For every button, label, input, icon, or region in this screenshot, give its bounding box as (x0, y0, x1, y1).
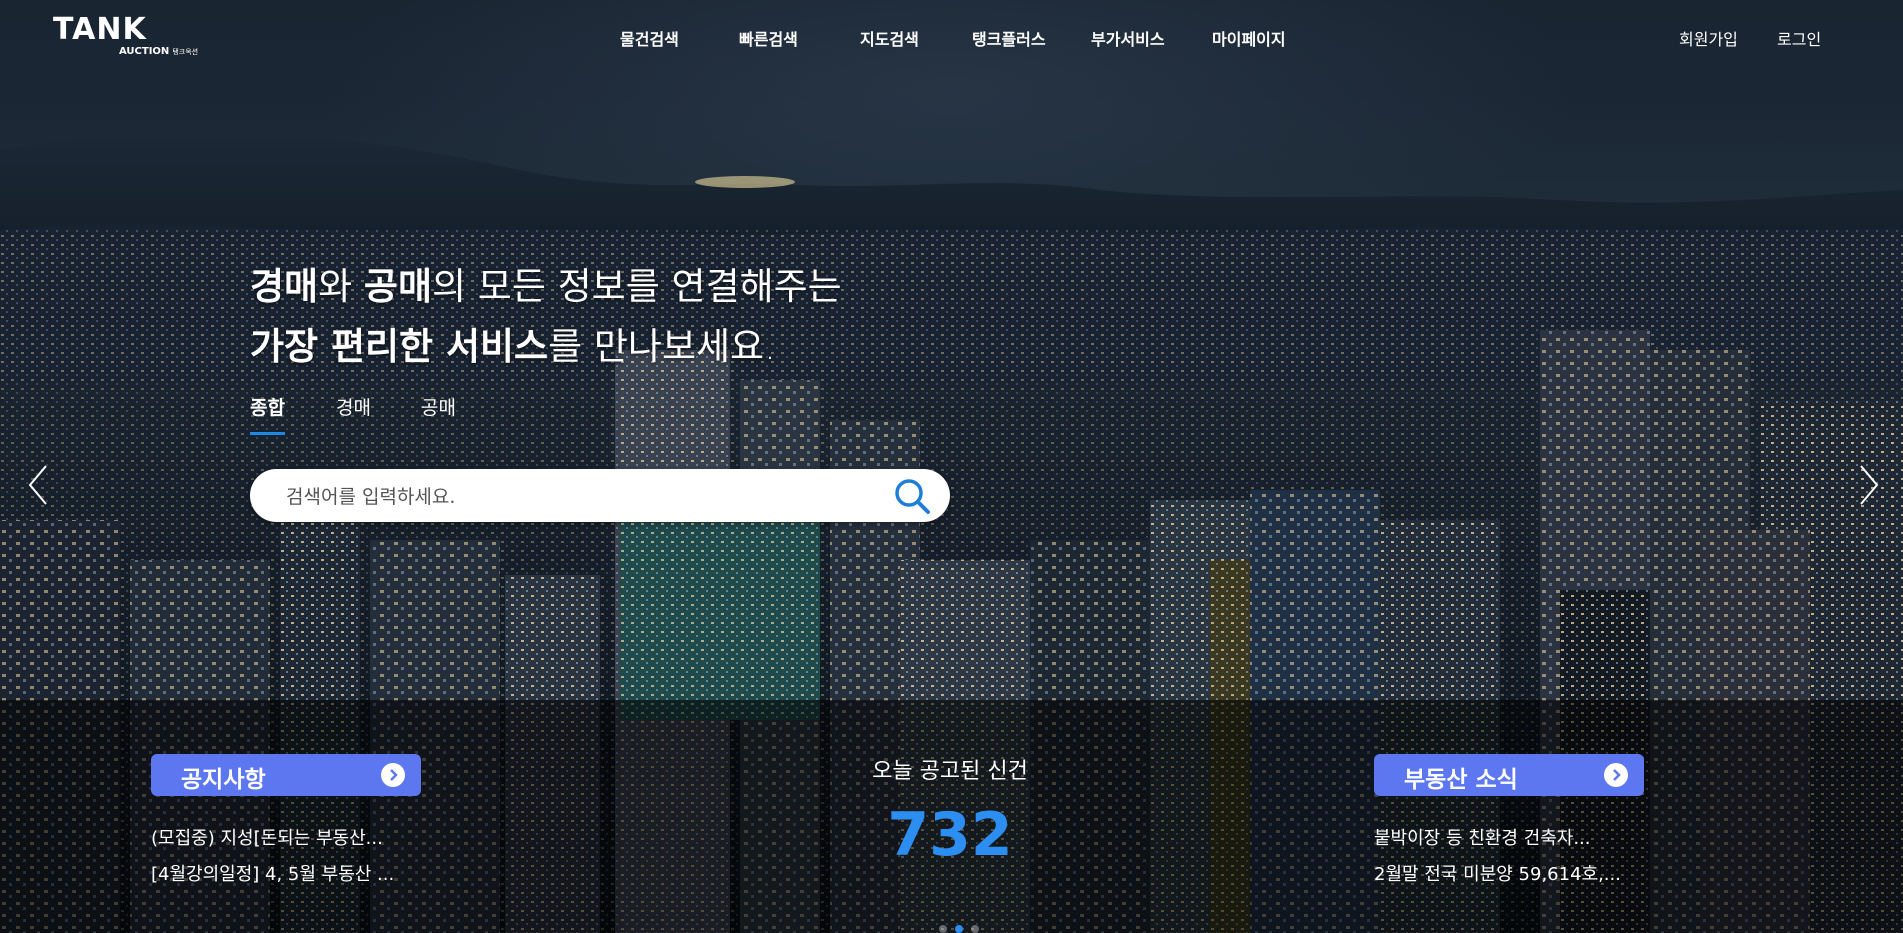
chevron-right-icon (1860, 465, 1879, 505)
search-input[interactable] (284, 469, 868, 524)
header: TANK AUCTION 탱크옥션 물건검색 빠른검색 지도검색 탱크플러스 부가… (0, 0, 1903, 78)
slider-next-button[interactable] (1853, 460, 1883, 510)
nav-item-extra-services[interactable]: 부가서비스 (1091, 26, 1165, 50)
slider-prev-button[interactable] (24, 460, 54, 510)
search-icon (895, 479, 930, 514)
tab-auction[interactable]: 경매 (336, 393, 371, 432)
hero-line-1: 경매와 공매의 모든 정보를 연결해주는 (250, 256, 842, 310)
realestate-news-item[interactable]: 붙박이장 등 친환경 건축자... (1374, 824, 1591, 850)
signup-link[interactable]: 회원가입 (1679, 26, 1738, 50)
chevron-right-circle-icon (390, 769, 398, 781)
notice-title: 공지사항 (181, 767, 266, 793)
logo-subtext-en: AUCTION (119, 46, 170, 57)
logo-subtext: AUCTION 탱크옥션 (119, 46, 198, 57)
hero-keyword-auction: 경매 (250, 265, 319, 308)
chevron-right-circle-icon (1613, 769, 1621, 781)
nav-item-my-page[interactable]: 마이페이지 (1212, 26, 1286, 50)
chevron-left-icon (28, 465, 47, 505)
search-button[interactable] (892, 477, 932, 515)
tab-public-sale[interactable]: 공매 (421, 393, 456, 432)
nav-item-quick-search[interactable]: 빠른검색 (739, 26, 798, 50)
realestate-more-button[interactable] (1604, 763, 1628, 787)
hero-text: 와 (318, 265, 364, 308)
slider-dot-active[interactable] (955, 925, 963, 933)
notice-more-button[interactable] (381, 763, 405, 787)
logo-subtext-ko: 탱크옥션 (172, 48, 199, 56)
notice-item[interactable]: [4월강의일정] 4, 5월 부동산 ... (151, 860, 394, 886)
slider-pagination (935, 918, 983, 933)
logo-text: TANK (53, 12, 147, 47)
search-box (250, 469, 950, 524)
hero-keyword-public-sale: 공매 (363, 265, 432, 308)
nav-item-item-search[interactable]: 물건검색 (620, 26, 679, 50)
login-link[interactable]: 로그인 (1777, 26, 1821, 50)
realestate-news-item[interactable]: 2월말 전국 미분양 59,614호,... (1374, 860, 1621, 886)
today-new-cases-label: 오늘 공고된 신건 (872, 759, 1028, 784)
slider-dot[interactable] (971, 925, 979, 933)
notice-item[interactable]: (모집중) 지성[돈되는 부동산... (151, 824, 383, 850)
hero-text: 를 만나보세요. (548, 325, 776, 368)
realestate-news-title: 부동산 소식 (1404, 767, 1518, 793)
page: TANK AUCTION 탱크옥션 물건검색 빠른검색 지도검색 탱크플러스 부가… (0, 0, 1903, 933)
logo[interactable]: TANK AUCTION 탱크옥션 (53, 14, 213, 60)
hero-text: 의 모든 정보를 연결해주는 (432, 265, 842, 308)
hero-keyword-service: 가장 편리한 서비스 (250, 325, 549, 368)
nav-item-tank-plus[interactable]: 탱크플러스 (972, 26, 1046, 50)
realestate-news-button[interactable]: 부동산 소식 (1374, 754, 1644, 796)
today-new-cases-count[interactable]: 732 (860, 800, 1040, 870)
hero-line-2: 가장 편리한 서비스를 만나보세요. (250, 316, 776, 370)
nav-item-map-search[interactable]: 지도검색 (860, 26, 919, 50)
slider-dot[interactable] (939, 925, 947, 933)
notice-button[interactable]: 공지사항 (151, 754, 421, 796)
tab-all[interactable]: 종합 (250, 393, 285, 435)
